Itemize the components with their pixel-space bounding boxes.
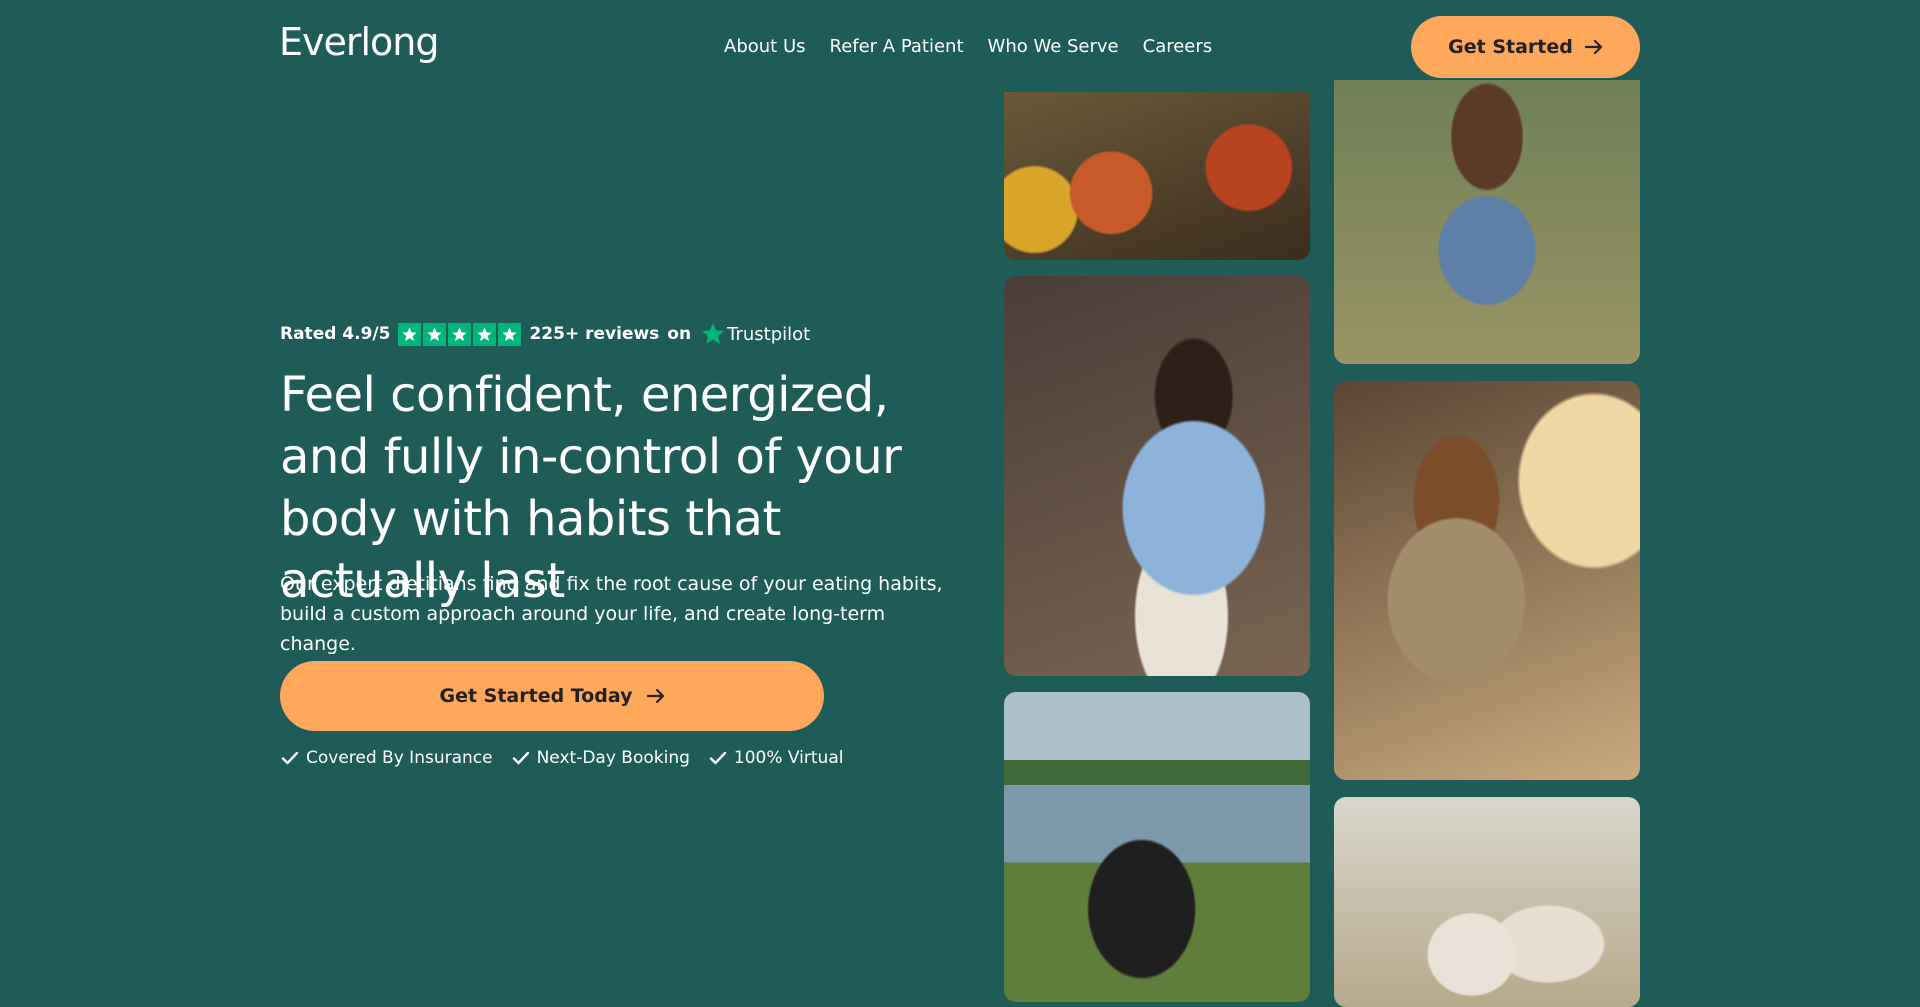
- trustpilot-label: Trustpilot: [727, 323, 811, 345]
- woman-dining-photo: [1004, 276, 1310, 676]
- header-get-started-button[interactable]: Get Started: [1411, 16, 1640, 78]
- trustpilot-star-icon: [702, 323, 725, 344]
- trustpilot-rating: Rated 4.9/5 225+ reviews on Trustpilot: [280, 322, 810, 346]
- get-started-today-button[interactable]: Get Started Today: [280, 661, 824, 731]
- feature-item: 100% Virtual: [708, 748, 844, 768]
- feature-list: Covered By Insurance Next-Day Booking 10…: [280, 748, 843, 768]
- check-icon: [512, 751, 529, 765]
- star-icon: [473, 322, 497, 346]
- woman-eating-photo: [1334, 381, 1640, 780]
- feature-label: Next-Day Booking: [536, 748, 690, 768]
- woman-hiking-photo: [1334, 80, 1640, 364]
- logo[interactable]: Everlong: [279, 20, 440, 64]
- header-get-started-label: Get Started: [1448, 36, 1573, 58]
- star-icon: [423, 322, 447, 346]
- food-spread-photo: [1004, 92, 1310, 260]
- rating-on-text: on: [667, 324, 692, 344]
- star-icon: [448, 322, 472, 346]
- family-walking-photo: [1334, 797, 1640, 1007]
- rating-text: Rated 4.9/5: [280, 324, 391, 344]
- woman-stretching-by-lake-photo: [1004, 692, 1310, 1002]
- feature-label: 100% Virtual: [733, 748, 844, 768]
- star-icon: [498, 322, 522, 346]
- nav-item-who-we-serve[interactable]: Who We Serve: [988, 36, 1119, 57]
- feature-item: Next-Day Booking: [511, 748, 690, 768]
- hero-subtext: Our expert dietitians find and fix the r…: [280, 573, 943, 655]
- arrow-right-icon: [1584, 39, 1602, 55]
- star-icon: [398, 322, 422, 346]
- trustpilot-logo[interactable]: Trustpilot: [701, 322, 810, 346]
- get-started-today-label: Get Started Today: [439, 685, 633, 707]
- reviews-count: 225+ reviews: [529, 324, 660, 344]
- feature-label: Covered By Insurance: [306, 748, 493, 768]
- nav-item-about-us[interactable]: About Us: [724, 36, 806, 57]
- nav-item-careers[interactable]: Careers: [1143, 36, 1213, 57]
- rating-stars: [398, 322, 522, 346]
- feature-item: Covered By Insurance: [280, 748, 493, 768]
- nav-item-refer-a-patient[interactable]: Refer A Patient: [830, 36, 964, 57]
- arrow-right-icon: [646, 688, 664, 704]
- check-icon: [709, 751, 727, 765]
- main-nav: About Us Refer A Patient Who We Serve Ca…: [724, 36, 1212, 57]
- check-icon: [281, 751, 299, 765]
